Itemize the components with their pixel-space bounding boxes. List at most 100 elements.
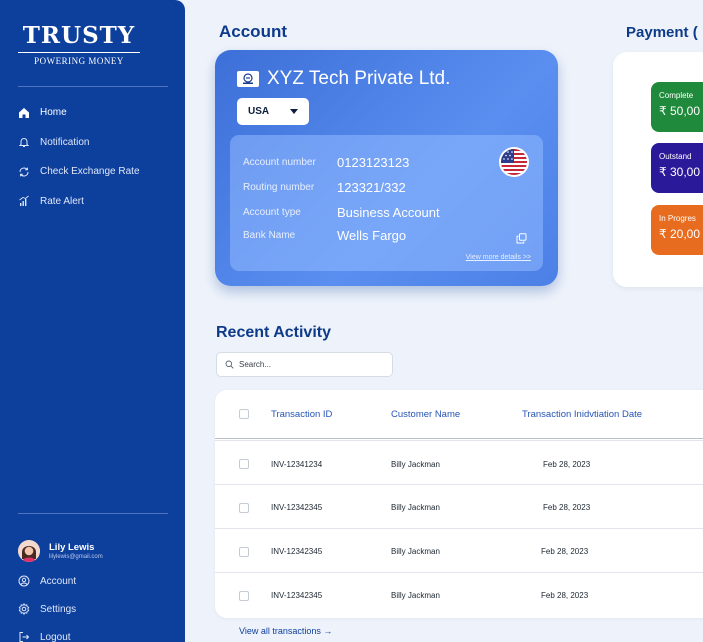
nav-label: Settings bbox=[40, 603, 77, 615]
sidebar-divider bbox=[18, 513, 168, 514]
search-box bbox=[216, 352, 393, 377]
routing-number-value: 123321/332 bbox=[337, 180, 406, 195]
user-name: Lily Lewis bbox=[49, 542, 95, 553]
bell-icon bbox=[18, 136, 40, 148]
table-header-row: Transaction ID Customer Name Transaction… bbox=[215, 390, 703, 439]
nav-label: Logout bbox=[40, 631, 71, 642]
country-value: USA bbox=[248, 106, 270, 117]
payment-complete-tile[interactable]: Complete ₹ 50,00 bbox=[651, 82, 703, 132]
user-circle-icon bbox=[18, 575, 40, 587]
transaction-id-cell: INV-12342345 bbox=[271, 547, 323, 556]
home-icon bbox=[18, 107, 40, 119]
transaction-id-cell: INV-12341234 bbox=[271, 460, 323, 469]
sidebar: TRUSTY POWERING MONEY Home Notification … bbox=[0, 0, 185, 642]
nav-item-account[interactable]: Account bbox=[18, 567, 178, 595]
account-type-value: Business Account bbox=[337, 205, 440, 220]
nav-item-settings[interactable]: Settings bbox=[18, 595, 178, 623]
date-cell: Feb 28, 2023 bbox=[543, 503, 591, 512]
row-checkbox[interactable] bbox=[239, 503, 249, 513]
table-row[interactable]: INV-12342345 Billy Jackman Feb 28, 2023 bbox=[215, 484, 703, 528]
brand-name: TRUSTY bbox=[22, 22, 136, 49]
payment-amount: ₹ 30,00 bbox=[659, 165, 700, 179]
exchange-icon bbox=[18, 166, 40, 178]
nav-item-notification[interactable]: Notification bbox=[18, 128, 178, 158]
nav-label: Check Exchange Rate bbox=[40, 166, 140, 178]
chart-icon bbox=[18, 195, 40, 207]
account-card: XYZ Tech Private Ltd. USA Account number… bbox=[215, 50, 558, 286]
column-header-transaction-date[interactable]: Transaction Inidvtiation Date bbox=[522, 409, 642, 420]
us-flag-icon bbox=[499, 147, 529, 177]
brand-rule bbox=[18, 52, 140, 53]
row-checkbox[interactable] bbox=[239, 459, 249, 469]
column-header-transaction-id[interactable]: Transaction ID bbox=[271, 409, 332, 420]
table-row[interactable]: INV-12342345 Billy Jackman Feb 28, 2023 bbox=[215, 528, 703, 572]
country-select[interactable]: USA bbox=[237, 98, 309, 125]
account-nav: Account Settings Logout bbox=[18, 567, 178, 642]
account-number-value: 0123123123 bbox=[337, 155, 410, 170]
nav-item-check-exchange-rate[interactable]: Check Exchange Rate bbox=[18, 157, 178, 187]
column-header-customer-name[interactable]: Customer Name bbox=[391, 409, 460, 420]
customer-name-cell: Billy Jackman bbox=[391, 547, 440, 556]
table-row[interactable]: INV-12341234 Billy Jackman Feb 28, 2023 bbox=[215, 440, 703, 484]
row-checkbox[interactable] bbox=[239, 591, 249, 601]
user-profile[interactable]: Lily Lewis lilylewis@gmail.com bbox=[18, 540, 103, 562]
brand-tagline: POWERING MONEY bbox=[34, 56, 124, 66]
customer-name-cell: Billy Jackman bbox=[391, 503, 440, 512]
user-email: lilylewis@gmail.com bbox=[49, 554, 103, 560]
routing-number-row: Routing number 123321/332 bbox=[243, 180, 406, 195]
logout-icon bbox=[18, 631, 40, 642]
select-all-checkbox[interactable] bbox=[239, 409, 249, 419]
main-nav: Home Notification Check Exchange Rate Ra… bbox=[18, 98, 178, 216]
account-heading: Account bbox=[219, 22, 287, 41]
payment-status-label: Complete bbox=[659, 91, 694, 100]
payment-amount: ₹ 50,00 bbox=[659, 104, 700, 118]
nav-label: Account bbox=[40, 575, 77, 587]
company-logo bbox=[237, 71, 259, 87]
brand-logo[interactable]: TRUSTY POWERING MONEY bbox=[18, 22, 140, 66]
account-number-row: Account number 0123123123 bbox=[243, 155, 409, 170]
copy-icon[interactable] bbox=[516, 231, 527, 249]
field-label: Bank Name bbox=[243, 230, 296, 241]
payment-amount: ₹ 20,00 bbox=[659, 227, 700, 241]
sidebar-divider bbox=[18, 86, 168, 87]
avatar bbox=[18, 540, 40, 562]
payment-in-progress-tile[interactable]: In Progres ₹ 20,00 bbox=[651, 205, 703, 255]
field-label: Account number bbox=[243, 157, 316, 168]
transactions-table: Transaction ID Customer Name Transaction… bbox=[215, 390, 703, 618]
row-checkbox[interactable] bbox=[239, 547, 249, 557]
view-more-details-link[interactable]: View more details >> bbox=[466, 254, 531, 261]
transaction-id-cell: INV-12342345 bbox=[271, 503, 323, 512]
recent-activity-heading: Recent Activity bbox=[216, 324, 331, 341]
nav-label: Home bbox=[40, 107, 67, 119]
payment-status-label: In Progres bbox=[659, 214, 696, 223]
customer-name-cell: Billy Jackman bbox=[391, 591, 440, 600]
company-name: XYZ Tech Private Ltd. bbox=[267, 68, 451, 89]
nav-item-logout[interactable]: Logout bbox=[18, 623, 178, 642]
table-row[interactable]: INV-12342345 Billy Jackman Feb 28, 2023 bbox=[215, 572, 703, 616]
field-label: Account type bbox=[243, 207, 301, 218]
chevron-down-icon bbox=[290, 109, 298, 114]
gear-icon bbox=[18, 603, 40, 615]
nav-label: Notification bbox=[40, 136, 90, 148]
field-label: Routing number bbox=[243, 182, 315, 193]
nav-item-home[interactable]: Home bbox=[18, 98, 178, 128]
payment-heading: Payment ( bbox=[626, 24, 698, 41]
bank-name-value: Wells Fargo bbox=[337, 228, 407, 243]
account-type-row: Account type Business Account bbox=[243, 205, 440, 220]
view-all-transactions-link[interactable]: View all transactions → bbox=[239, 626, 332, 636]
transaction-id-cell: INV-12342345 bbox=[271, 591, 323, 600]
date-cell: Feb 28, 2023 bbox=[543, 460, 591, 469]
bank-name-row: Bank Name Wells Fargo bbox=[243, 228, 406, 243]
payment-status-label: Outstand bbox=[659, 152, 692, 161]
date-cell: Feb 28, 2023 bbox=[541, 591, 589, 600]
search-input[interactable] bbox=[239, 360, 379, 369]
payment-card: Complete ₹ 50,00 Outstand ₹ 30,00 In Pro… bbox=[613, 52, 703, 287]
company-header: XYZ Tech Private Ltd. bbox=[237, 68, 450, 90]
nav-label: Rate Alert bbox=[40, 195, 84, 207]
nav-item-rate-alert[interactable]: Rate Alert bbox=[18, 187, 178, 217]
account-details-panel: Account number 0123123123 Routing number… bbox=[230, 135, 543, 271]
payment-outstanding-tile[interactable]: Outstand ₹ 30,00 bbox=[651, 143, 703, 193]
customer-name-cell: Billy Jackman bbox=[391, 460, 440, 469]
search-icon bbox=[225, 356, 234, 374]
date-cell: Feb 28, 2023 bbox=[541, 547, 589, 556]
